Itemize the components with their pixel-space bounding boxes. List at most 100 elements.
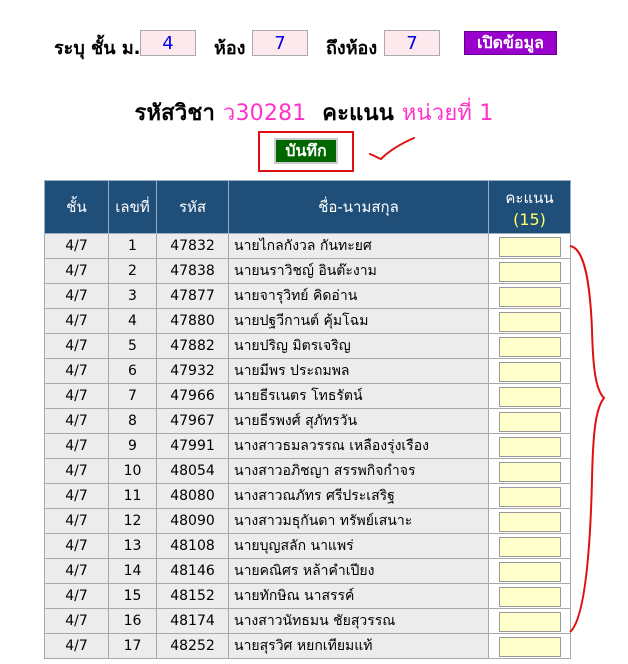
cell-name: นายปฐวีกานต์ คุ้มโฉม (228, 308, 489, 334)
cell-number: 3 (108, 283, 157, 309)
cell-class: 4/7 (44, 308, 109, 334)
cell-score (488, 533, 571, 559)
cell-score (488, 433, 571, 459)
cell-score (488, 508, 571, 534)
cell-name: นางสาวณภัทร ศรีประเสริฐ (228, 483, 489, 509)
cell-number: 11 (108, 483, 157, 509)
table-row: 4/7 5 47882 นายปริญ มิตรเจริญ (44, 333, 571, 359)
cell-name: นายทักษิณ นาสรรค์ (228, 583, 489, 609)
table-header-row: ชั้น เลขที่ รหัส ชื่อ-นามสกุล คะแนน (15) (44, 180, 571, 234)
score-input[interactable] (498, 261, 561, 282)
score-input[interactable] (498, 586, 561, 607)
cell-id: 47967 (156, 408, 229, 434)
cell-number: 4 (108, 308, 157, 334)
cell-score (488, 583, 571, 609)
cell-id: 47991 (156, 433, 229, 459)
cell-score (488, 383, 571, 409)
cell-class: 4/7 (44, 458, 109, 484)
to-room-input[interactable] (384, 30, 440, 56)
score-input[interactable] (498, 611, 561, 632)
cell-name: นายนราวิชญ์ อินต๊ะงาม (228, 258, 489, 284)
level-input[interactable] (140, 30, 196, 56)
score-input[interactable] (498, 536, 561, 557)
cell-id: 48054 (156, 458, 229, 484)
table-row: 4/7 15 48152 นายทักษิณ นาสรรค์ (44, 583, 571, 609)
cell-score (488, 408, 571, 434)
save-button[interactable]: บันทึก (274, 138, 338, 164)
cell-id: 47880 (156, 308, 229, 334)
score-input[interactable] (498, 636, 561, 657)
col-header-id: รหัส (156, 180, 229, 234)
cell-number: 8 (108, 408, 157, 434)
cell-number: 16 (108, 608, 157, 634)
cell-id: 47832 (156, 233, 229, 259)
to-room-label: ถึงห้อง (326, 38, 378, 59)
cell-score (488, 308, 571, 334)
cell-score (488, 558, 571, 584)
cell-id: 48146 (156, 558, 229, 584)
cell-id: 48090 (156, 508, 229, 534)
cell-score (488, 233, 571, 259)
room-input[interactable] (252, 30, 308, 56)
cell-score (488, 358, 571, 384)
cell-number: 15 (108, 583, 157, 609)
score-input[interactable] (498, 311, 561, 332)
cell-id: 48080 (156, 483, 229, 509)
col-header-number: เลขที่ (108, 180, 157, 234)
cell-number: 12 (108, 508, 157, 534)
score-input[interactable] (498, 461, 561, 482)
cell-number: 6 (108, 358, 157, 384)
score-input[interactable] (498, 386, 561, 407)
cell-name: นางสาวมธุกันดา ทรัพย์เสนาะ (228, 508, 489, 534)
cell-name: นายธีรพงศ์ สุภัทรวัน (228, 408, 489, 434)
cell-class: 4/7 (44, 533, 109, 559)
cell-id: 47877 (156, 283, 229, 309)
cell-number: 9 (108, 433, 157, 459)
score-table-container: ชั้น เลขที่ รหัส ชื่อ-นามสกุล คะแนน (15)… (44, 180, 571, 659)
cell-score (488, 608, 571, 634)
col-header-score: คะแนน (15) (488, 180, 571, 234)
score-input[interactable] (498, 511, 561, 532)
subject-label: รหัสวิชา (134, 101, 216, 126)
score-input[interactable] (498, 486, 561, 507)
cell-class: 4/7 (44, 333, 109, 359)
cell-score (488, 633, 571, 659)
table-row: 4/7 11 48080 นางสาวณภัทร ศรีประเสริฐ (44, 483, 571, 509)
page-title: รหัสวิชา ว30281 คะแนน หน่วยที่ 1 (0, 95, 628, 130)
cell-class: 4/7 (44, 558, 109, 584)
annotation-brace-icon (569, 245, 606, 633)
score-input[interactable] (498, 336, 561, 357)
cell-id: 47966 (156, 383, 229, 409)
cell-number: 17 (108, 633, 157, 659)
cell-class: 4/7 (44, 483, 109, 509)
table-row: 4/7 3 47877 นายจารุวิทย์ คิดอ่าน (44, 283, 571, 309)
unit-label: หน่วยที่ 1 (401, 101, 494, 126)
cell-class: 4/7 (44, 608, 109, 634)
open-data-button[interactable]: เปิดข้อมูล (464, 31, 557, 55)
cell-score (488, 333, 571, 359)
score-input[interactable] (498, 561, 561, 582)
cell-id: 47882 (156, 333, 229, 359)
cell-number: 1 (108, 233, 157, 259)
score-input[interactable] (498, 361, 561, 382)
cell-number: 7 (108, 383, 157, 409)
cell-class: 4/7 (44, 283, 109, 309)
cell-class: 4/7 (44, 508, 109, 534)
cell-id: 48108 (156, 533, 229, 559)
col-header-name: ชื่อ-นามสกุล (228, 180, 489, 234)
table-row: 4/7 10 48054 นางสาวอภิชญา สรรพกิจกำจร (44, 458, 571, 484)
table-row: 4/7 6 47932 นายมีพร ประถมพล (44, 358, 571, 384)
score-input[interactable] (498, 411, 561, 432)
cell-class: 4/7 (44, 358, 109, 384)
annotation-check-icon (369, 137, 415, 161)
cell-score (488, 258, 571, 284)
table-row: 4/7 14 48146 นายคณิศร หล้าคำเปียง (44, 558, 571, 584)
table-row: 4/7 8 47967 นายธีรพงศ์ สุภัทรวัน (44, 408, 571, 434)
cell-name: นางสาวอภิชญา สรรพกิจกำจร (228, 458, 489, 484)
table-row: 4/7 16 48174 นางสาวนัทธมน ชัยสุวรรณ (44, 608, 571, 634)
score-input[interactable] (498, 286, 561, 307)
score-input[interactable] (498, 236, 561, 257)
cell-number: 5 (108, 333, 157, 359)
cell-id: 48252 (156, 633, 229, 659)
score-input[interactable] (498, 436, 561, 457)
